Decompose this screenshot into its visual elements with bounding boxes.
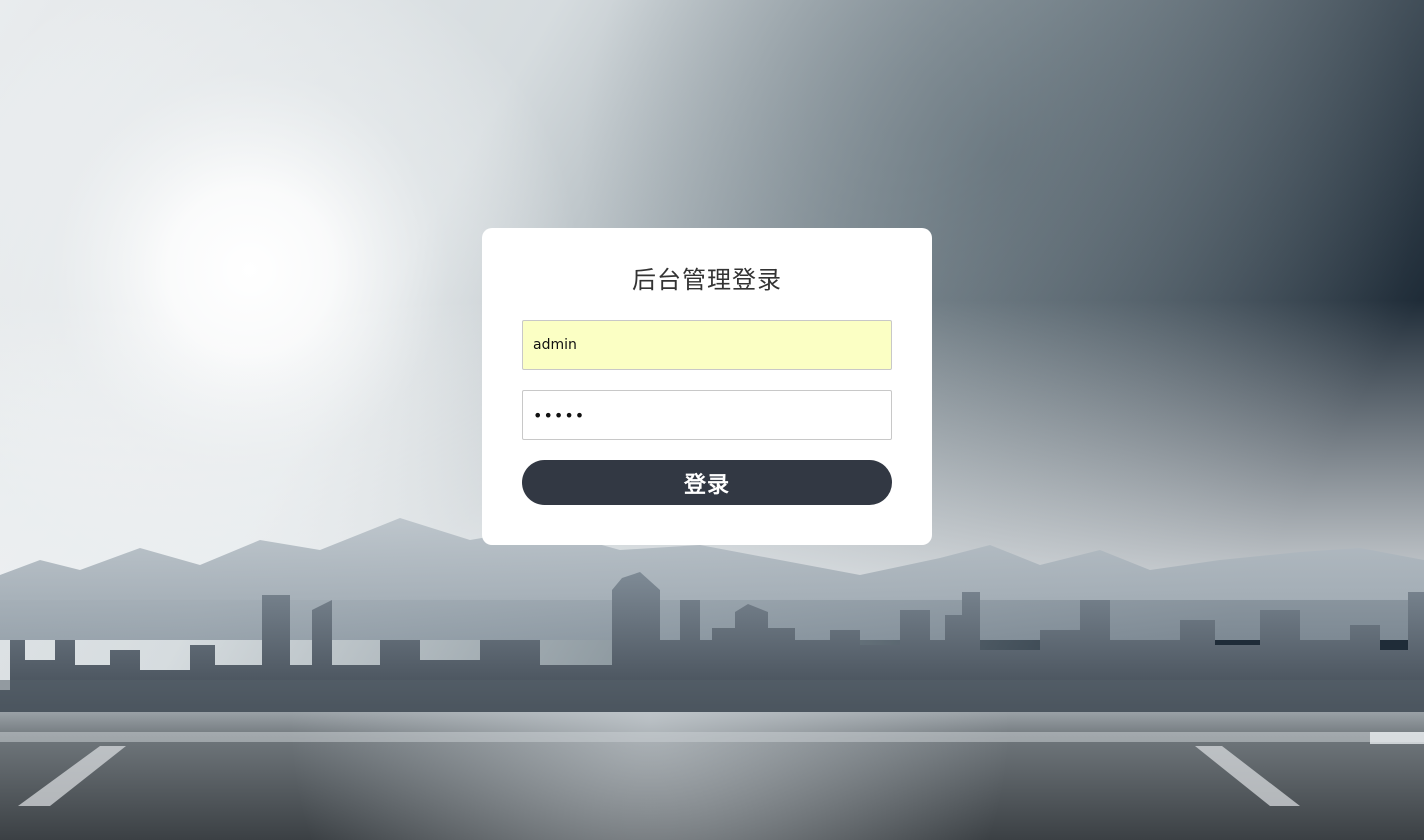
login-page: 后台管理登录 登录	[0, 0, 1424, 840]
login-button[interactable]: 登录	[522, 460, 892, 505]
password-input[interactable]	[522, 390, 892, 440]
username-input[interactable]	[522, 320, 892, 370]
login-card: 后台管理登录 登录	[482, 228, 932, 545]
login-title: 后台管理登录	[632, 266, 782, 294]
